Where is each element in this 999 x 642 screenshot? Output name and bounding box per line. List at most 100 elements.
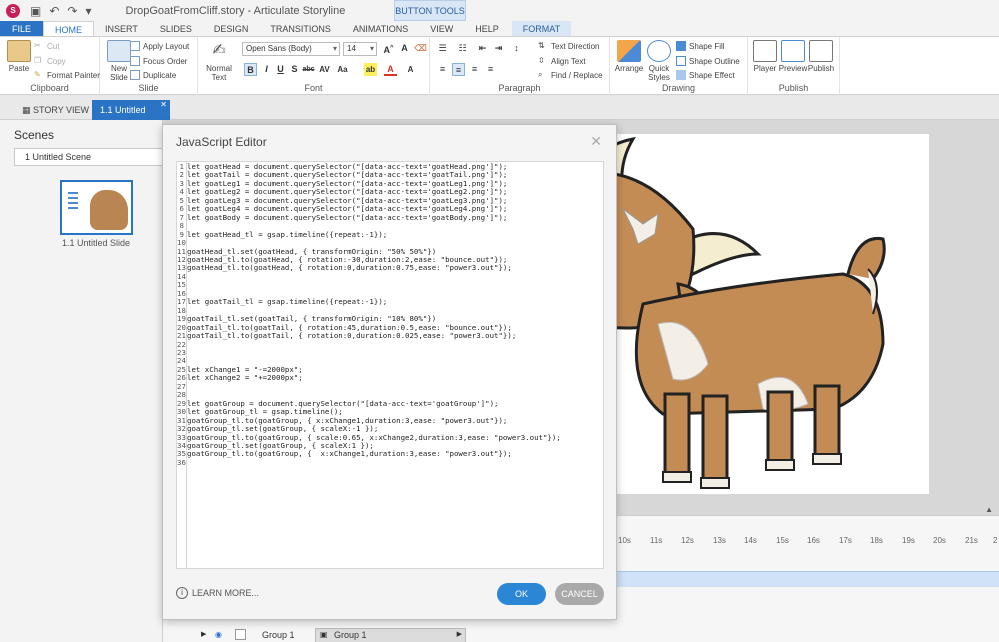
justify-icon[interactable]: ≡	[484, 63, 497, 76]
font-color-icon[interactable]: A	[384, 63, 397, 76]
ok-button[interactable]: OK	[497, 583, 546, 605]
code-line[interactable]: 15	[177, 280, 561, 289]
tab-format[interactable]: FORMAT	[511, 21, 572, 36]
timeline-highlight-row[interactable]	[615, 571, 999, 587]
align-left-icon[interactable]: ≡	[436, 63, 449, 76]
paste-button[interactable]: Paste	[2, 40, 36, 73]
clear-formatting-icon[interactable]: ⌫	[414, 42, 427, 55]
code-line[interactable]: 13goatHead_tl.to(goatHead, { rotation:0,…	[177, 263, 561, 272]
tab-view[interactable]: VIEW	[419, 21, 464, 36]
tab-animations[interactable]: ANIMATIONS	[342, 21, 419, 36]
duplicate-icon	[130, 70, 140, 80]
code-line[interactable]: 9 let goatHead_tl = gsap.timeline({repeat…	[177, 230, 561, 239]
code-line[interactable]: 23	[177, 348, 561, 357]
tab-file[interactable]: FILE	[0, 21, 44, 36]
publish-icon	[809, 40, 833, 62]
find-replace-button[interactable]: ⌕ Find / Replace	[538, 70, 603, 80]
goat-illustration[interactable]	[583, 134, 929, 494]
apply-layout-button[interactable]: Apply Layout	[130, 41, 189, 51]
text-direction-button[interactable]: ⇅ Text Direction	[538, 41, 599, 51]
code-line[interactable]: 26let xChange2 = "+=2000px";	[177, 373, 561, 382]
slide-tab[interactable]: 1.1 Untitled Sli...✕	[92, 100, 170, 135]
format-painter-button[interactable]: ✎ Format Painter	[34, 70, 100, 80]
code-editor[interactable]: 1 let goatHead = document.querySelector("…	[176, 161, 604, 569]
numbering-icon[interactable]: ☷	[456, 42, 469, 55]
underline-button[interactable]: U	[274, 63, 287, 76]
italic-button[interactable]: I	[260, 63, 273, 76]
save-icon[interactable]: ▣	[30, 4, 41, 18]
font-size-dropdown[interactable]: 14	[343, 42, 377, 56]
code-line[interactable]: 27	[177, 382, 561, 391]
bullets-icon[interactable]: ☰	[436, 42, 449, 55]
code-line[interactable]: 35goatGroup_tl.to(goatGroup, { x:xChange…	[177, 449, 561, 458]
arrange-button[interactable]: Arrange	[612, 40, 646, 73]
bold-button[interactable]: B	[244, 63, 257, 76]
drawing-label: Drawing	[661, 83, 695, 93]
shrink-font-icon[interactable]: A	[398, 42, 411, 55]
slide-canvas[interactable]	[583, 134, 929, 494]
code-line[interactable]: 22	[177, 340, 561, 349]
shadow-button[interactable]: S	[288, 63, 301, 76]
timeline-row-group1[interactable]: ▶ ◉ Group 1 ▣ Group 1 ▶	[163, 628, 999, 642]
publish-label: Publish	[778, 83, 809, 93]
highlight-icon[interactable]: ab	[364, 63, 377, 76]
visibility-eye-icon[interactable]: ◉	[215, 630, 222, 639]
expand-arrow-icon[interactable]: ▶	[201, 630, 206, 638]
line-spacing-icon[interactable]: ↕	[510, 42, 523, 55]
character-spacing-button[interactable]: AV	[318, 63, 331, 76]
close-tab-icon[interactable]: ✕	[160, 95, 167, 115]
align-right-icon[interactable]: ≡	[468, 63, 481, 76]
close-icon[interactable]: ✕	[590, 133, 602, 150]
customize-toolbar-icon[interactable]: ▾	[85, 4, 91, 18]
shape-effect-button[interactable]: Shape Effect	[676, 70, 735, 80]
text-effects-icon[interactable]: A	[404, 63, 417, 76]
font-group: ✍ Normal Text Open Sans (Body) 14 A^ A ⌫…	[198, 37, 430, 95]
normal-text-button[interactable]: ✍ Normal Text	[202, 40, 236, 82]
zoom-collapse-icon[interactable]: ▲	[985, 505, 993, 514]
tab-help[interactable]: HELP	[464, 21, 510, 36]
align-text-button[interactable]: ⇳ Align Text	[538, 56, 586, 66]
tab-design[interactable]: DESIGN	[203, 21, 260, 36]
copy-button[interactable]: ❐ Copy	[34, 56, 66, 66]
learn-more-link[interactable]: i LEARN MORE...	[176, 587, 259, 599]
code-text[interactable]: 1 let goatHead = document.querySelector("…	[177, 162, 561, 467]
increase-indent-icon[interactable]: ⇥	[492, 42, 505, 55]
shape-outline-button[interactable]: Shape Outline	[676, 56, 740, 66]
tab-insert[interactable]: INSERT	[94, 21, 149, 36]
scene-dropdown[interactable]: 1 Untitled Scene	[14, 148, 163, 166]
redo-icon[interactable]: ↷	[67, 4, 77, 18]
font-name-dropdown[interactable]: Open Sans (Body)	[242, 42, 340, 56]
info-icon: i	[176, 587, 188, 599]
code-line[interactable]: 17let goatTail_tl = gsap.timeline({repea…	[177, 297, 561, 306]
story-view-tab[interactable]: ▦ STORY VIEW	[14, 100, 97, 120]
grow-font-icon[interactable]: A^	[382, 42, 395, 55]
code-line[interactable]: 14	[177, 272, 561, 281]
slide-thumbnail[interactable]	[60, 180, 133, 235]
format-painter-icon: ✎	[34, 70, 41, 79]
tick-21s: 21s	[965, 536, 978, 545]
quick-styles-button[interactable]: Quick Styles	[642, 40, 676, 82]
shape-fill-button[interactable]: Shape Fill	[676, 41, 725, 51]
change-case-button[interactable]: Aa	[336, 63, 349, 76]
align-center-icon[interactable]: ≡	[452, 63, 465, 76]
lock-checkbox[interactable]	[235, 629, 246, 640]
scenes-panel: Scenes 1 Untitled Scene 1.1 Untitled Sli…	[0, 120, 163, 642]
dialog-footer: i LEARN MORE... OK CANCEL	[163, 571, 616, 619]
publish-button[interactable]: Publish	[804, 40, 838, 73]
strikethrough-button[interactable]: abc	[302, 63, 315, 76]
code-line[interactable]: 7 let goatBody = document.querySelector("…	[177, 213, 561, 222]
story-view-icon: ▦	[22, 105, 34, 115]
tab-slides[interactable]: SLIDES	[149, 21, 203, 36]
code-line[interactable]: 36	[177, 458, 561, 467]
tab-home[interactable]: HOME	[43, 21, 95, 36]
tab-transitions[interactable]: TRANSITIONS	[259, 21, 342, 36]
focus-order-button[interactable]: Focus Order	[130, 56, 187, 66]
decrease-indent-icon[interactable]: ⇤	[476, 42, 489, 55]
duplicate-button[interactable]: Duplicate	[130, 70, 176, 80]
undo-icon[interactable]: ↶	[49, 4, 59, 18]
group-icon: ▣	[320, 630, 328, 639]
cut-button[interactable]: ✂ Cut	[34, 41, 59, 51]
cancel-button[interactable]: CANCEL	[555, 583, 604, 605]
timeline-object-bar[interactable]: ▣ Group 1 ▶	[315, 628, 466, 642]
code-line[interactable]: 21goatTail_tl.to(goatTail, { rotation:0,…	[177, 331, 561, 340]
